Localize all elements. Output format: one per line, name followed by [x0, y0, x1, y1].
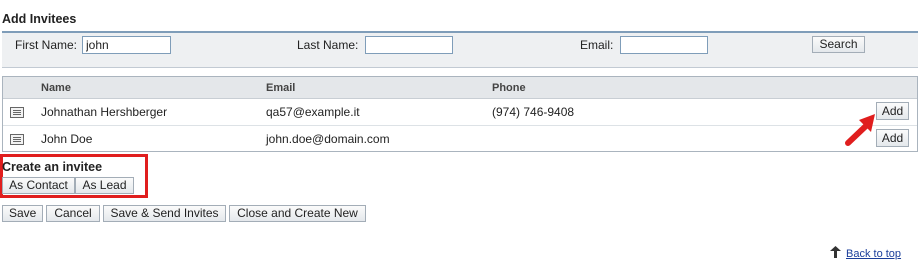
contact-card-icon	[10, 107, 24, 121]
column-header-phone: Phone	[492, 82, 526, 94]
email-label: Email:	[580, 38, 614, 52]
first-name-input[interactable]	[82, 36, 171, 54]
column-header-email: Email	[266, 82, 296, 94]
as-contact-button[interactable]: As Contact	[2, 177, 75, 194]
last-name-input[interactable]	[365, 36, 453, 54]
table-row: Johnathan Hershberger qa57@example.it (9…	[3, 99, 917, 126]
table-row: John Doe john.doe@domain.com Add	[3, 126, 917, 152]
back-to-top-link[interactable]: Back to top	[846, 248, 901, 260]
search-button[interactable]: Search	[812, 36, 865, 53]
invitee-name: Johnathan Hershberger	[41, 105, 168, 119]
email-input[interactable]	[620, 36, 708, 54]
table-header: Name Email Phone	[3, 77, 917, 99]
save-send-invites-button[interactable]: Save & Send Invites	[103, 205, 226, 222]
page-title: Add Invitees	[2, 12, 77, 26]
create-invitee-label: Create an invitee	[2, 160, 103, 174]
contact-card-icon	[10, 134, 24, 148]
last-name-label: Last Name:	[297, 38, 359, 52]
as-lead-button[interactable]: As Lead	[75, 177, 134, 194]
annotation-arrow-icon	[843, 108, 883, 151]
column-header-name: Name	[41, 82, 71, 94]
invitee-results-table: Name Email Phone Johnathan Hershberger q…	[2, 76, 918, 152]
up-arrow-icon	[830, 246, 841, 261]
cancel-button[interactable]: Cancel	[46, 205, 100, 222]
first-name-label: First Name:	[15, 38, 78, 52]
save-button[interactable]: Save	[2, 205, 43, 222]
close-create-new-button[interactable]: Close and Create New	[229, 205, 366, 222]
invitee-email: john.doe@domain.com	[266, 132, 390, 146]
invitee-phone: (974) 746-9408	[492, 105, 575, 119]
invitee-name: John Doe	[41, 132, 93, 146]
invitee-email: qa57@example.it	[266, 105, 360, 119]
